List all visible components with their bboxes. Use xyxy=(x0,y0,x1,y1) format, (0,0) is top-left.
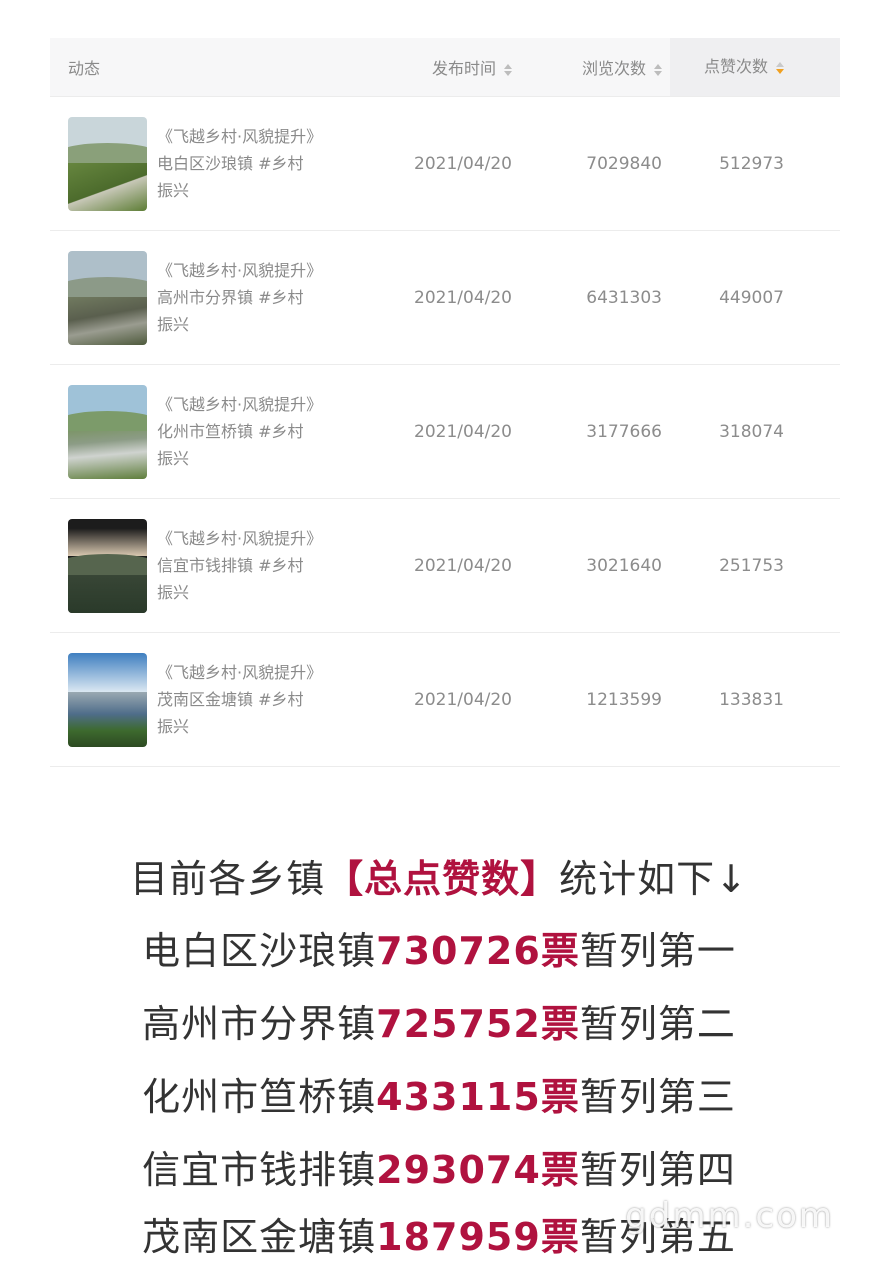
views-cell: 6431303 xyxy=(586,287,662,308)
table-row[interactable]: 《飞越乡村·风貌提升》高州市分界镇 #乡村振兴 2021/04/20 64313… xyxy=(50,231,840,365)
video-thumbnail[interactable] xyxy=(68,518,147,613)
summary-votes: 725752票 xyxy=(376,1002,580,1046)
summary-town: 化州市笪桥镇 xyxy=(142,1075,377,1119)
video-thumbnail[interactable] xyxy=(68,384,147,479)
feed-caption[interactable]: 《飞越乡村·风貌提升》信宜市钱排镇 #乡村振兴 xyxy=(157,525,317,606)
summary-line: 高州市分界镇725752票暂列第二 xyxy=(0,993,878,1048)
table-row[interactable]: 《飞越乡村·风貌提升》信宜市钱排镇 #乡村振兴 2021/04/20 30216… xyxy=(50,499,840,633)
date-cell: 2021/04/20 xyxy=(414,153,512,174)
summary-town: 高州市分界镇 xyxy=(142,1002,377,1046)
summary-votes: 293074票 xyxy=(376,1148,580,1192)
summary-town: 信宜市钱排镇 xyxy=(142,1148,377,1192)
header-date[interactable]: 发布时间 xyxy=(350,55,520,79)
likes-cell: 133831 xyxy=(719,689,784,710)
views-cell: 7029840 xyxy=(586,153,662,174)
views-cell: 3177666 xyxy=(586,421,662,442)
views-cell: 1213599 xyxy=(586,689,662,710)
summary-intro-tail: 统计如下↓ xyxy=(559,857,748,901)
feed-caption[interactable]: 《飞越乡村·风貌提升》化州市笪桥镇 #乡村振兴 xyxy=(157,391,317,472)
likes-cell: 512973 xyxy=(719,153,784,174)
feed-cell[interactable]: 《飞越乡村·风貌提升》化州市笪桥镇 #乡村振兴 xyxy=(50,384,350,479)
date-cell: 2021/04/20 xyxy=(414,421,512,442)
summary-intro-highlight: 【总点赞数】 xyxy=(325,857,560,901)
likes-cell: 449007 xyxy=(719,287,784,308)
summary-votes: 730726票 xyxy=(376,929,580,973)
summary-rank: 暂列第二 xyxy=(579,1002,736,1046)
table-row[interactable]: 《飞越乡村·风貌提升》化州市笪桥镇 #乡村振兴 2021/04/20 31776… xyxy=(50,365,840,499)
header-views-label: 浏览次数 xyxy=(581,59,646,78)
table-row[interactable]: 《飞越乡村·风貌提升》茂南区金塘镇 #乡村振兴 2021/04/20 12135… xyxy=(50,633,840,767)
sort-icon[interactable] xyxy=(654,63,662,76)
date-cell: 2021/04/20 xyxy=(414,689,512,710)
feed-cell[interactable]: 《飞越乡村·风貌提升》茂南区金塘镇 #乡村振兴 xyxy=(50,652,350,747)
date-cell: 2021/04/20 xyxy=(414,287,512,308)
video-thumbnail[interactable] xyxy=(68,250,147,345)
summary-rank: 暂列第三 xyxy=(579,1075,736,1119)
header-feed: 动态 xyxy=(68,59,101,78)
summary-votes: 187959票 xyxy=(376,1215,580,1259)
summary-votes: 433115票 xyxy=(376,1075,580,1119)
date-cell: 2021/04/20 xyxy=(414,555,512,576)
table-header: 动态 发布时间 浏览次数 点赞次数 xyxy=(50,38,840,97)
watermark: gdmm.com xyxy=(625,1196,834,1236)
sort-desc-active-icon[interactable] xyxy=(776,61,784,74)
likes-cell: 251753 xyxy=(719,555,784,576)
video-thumbnail[interactable] xyxy=(68,652,147,747)
header-likes-label: 点赞次数 xyxy=(703,57,768,76)
summary-intro-text: 目前各乡镇 xyxy=(130,857,326,901)
likes-cell: 318074 xyxy=(719,421,784,442)
feed-cell[interactable]: 《飞越乡村·风貌提升》高州市分界镇 #乡村振兴 xyxy=(50,250,350,345)
summary-line: 化州市笪桥镇433115票暂列第三 xyxy=(0,1066,878,1121)
video-thumbnail[interactable] xyxy=(68,116,147,211)
stats-table: 动态 发布时间 浏览次数 点赞次数 《飞越乡村·风貌提升》电白区沙琅镇 #乡村振… xyxy=(50,38,840,767)
header-date-label: 发布时间 xyxy=(431,59,496,78)
summary-rank: 暂列第四 xyxy=(579,1148,736,1192)
views-cell: 3021640 xyxy=(586,555,662,576)
summary-town: 茂南区金塘镇 xyxy=(142,1215,377,1259)
summary-line: 信宜市钱排镇293074票暂列第四 xyxy=(0,1139,878,1194)
table-row[interactable]: 《飞越乡村·风貌提升》电白区沙琅镇 #乡村振兴 2021/04/20 70298… xyxy=(50,97,840,231)
feed-caption[interactable]: 《飞越乡村·风貌提升》高州市分界镇 #乡村振兴 xyxy=(157,257,317,338)
feed-cell[interactable]: 《飞越乡村·风貌提升》电白区沙琅镇 #乡村振兴 xyxy=(50,116,350,211)
feed-caption[interactable]: 《飞越乡村·风貌提升》茂南区金塘镇 #乡村振兴 xyxy=(157,659,317,740)
summary-town: 电白区沙琅镇 xyxy=(142,929,377,973)
header-likes[interactable]: 点赞次数 xyxy=(670,38,840,96)
summary-rank: 暂列第一 xyxy=(579,929,736,973)
header-views[interactable]: 浏览次数 xyxy=(520,55,670,79)
summary-line: 电白区沙琅镇730726票暂列第一 xyxy=(0,920,878,975)
feed-caption[interactable]: 《飞越乡村·风貌提升》电白区沙琅镇 #乡村振兴 xyxy=(157,123,317,204)
summary-intro: 目前各乡镇【总点赞数】统计如下↓ xyxy=(0,848,878,903)
sort-icon[interactable] xyxy=(504,63,512,76)
feed-cell[interactable]: 《飞越乡村·风貌提升》信宜市钱排镇 #乡村振兴 xyxy=(50,518,350,613)
